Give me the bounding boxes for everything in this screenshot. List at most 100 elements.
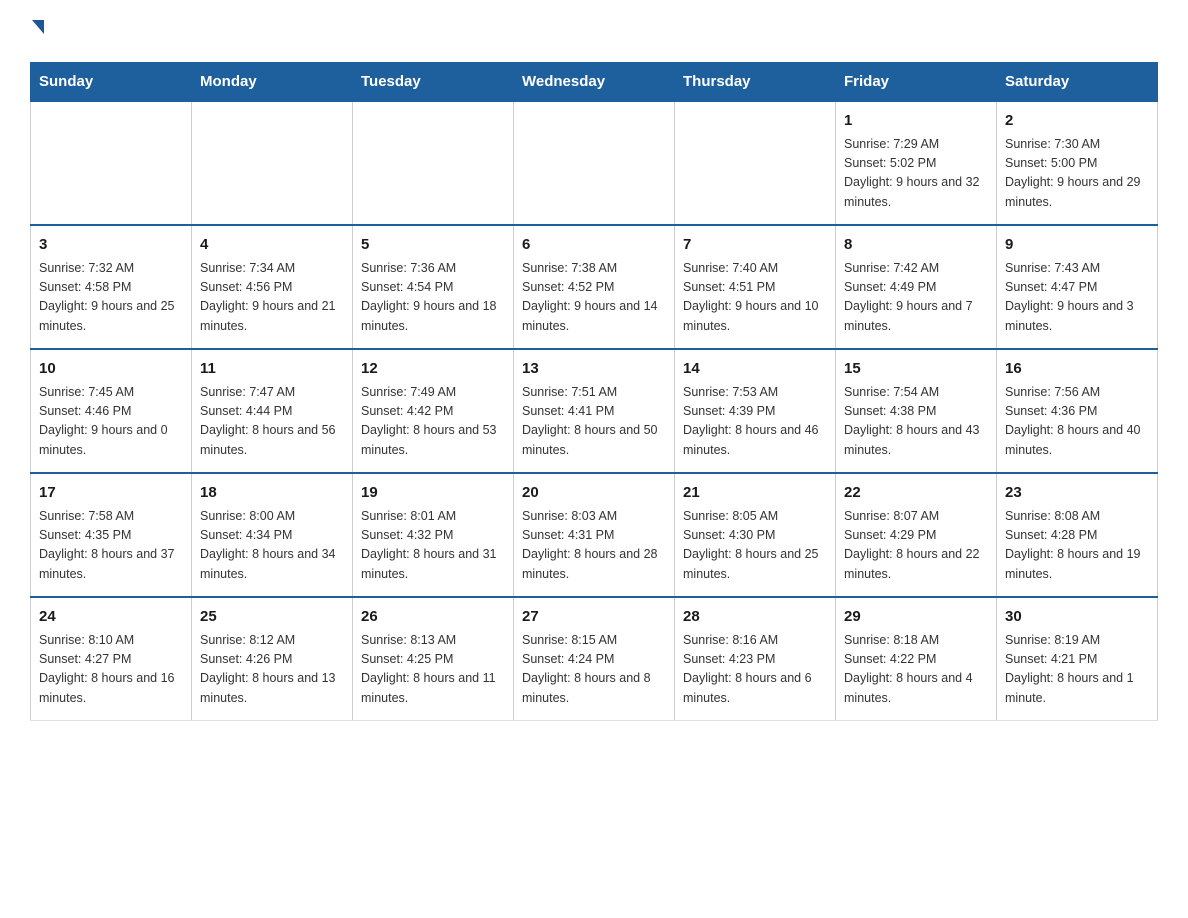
day-info: Sunrise: 8:01 AM Sunset: 4:32 PM Dayligh… xyxy=(361,507,505,585)
calendar-cell: 17Sunrise: 7:58 AM Sunset: 4:35 PM Dayli… xyxy=(31,473,192,597)
day-number: 28 xyxy=(683,606,827,629)
day-info: Sunrise: 7:42 AM Sunset: 4:49 PM Dayligh… xyxy=(844,259,988,337)
calendar-cell: 14Sunrise: 7:53 AM Sunset: 4:39 PM Dayli… xyxy=(675,349,836,473)
calendar-cell: 21Sunrise: 8:05 AM Sunset: 4:30 PM Dayli… xyxy=(675,473,836,597)
calendar-cell: 16Sunrise: 7:56 AM Sunset: 4:36 PM Dayli… xyxy=(997,349,1158,473)
day-number: 24 xyxy=(39,606,183,629)
day-info: Sunrise: 7:30 AM Sunset: 5:00 PM Dayligh… xyxy=(1005,135,1149,213)
calendar-cell: 10Sunrise: 7:45 AM Sunset: 4:46 PM Dayli… xyxy=(31,349,192,473)
day-info: Sunrise: 7:51 AM Sunset: 4:41 PM Dayligh… xyxy=(522,383,666,461)
calendar-cell xyxy=(31,101,192,225)
day-number: 19 xyxy=(361,482,505,505)
day-number: 21 xyxy=(683,482,827,505)
day-number: 14 xyxy=(683,358,827,381)
day-info: Sunrise: 7:53 AM Sunset: 4:39 PM Dayligh… xyxy=(683,383,827,461)
day-info: Sunrise: 8:15 AM Sunset: 4:24 PM Dayligh… xyxy=(522,631,666,709)
column-header-friday: Friday xyxy=(836,63,997,102)
day-info: Sunrise: 8:00 AM Sunset: 4:34 PM Dayligh… xyxy=(200,507,344,585)
column-header-sunday: Sunday xyxy=(31,63,192,102)
day-number: 7 xyxy=(683,234,827,257)
logo xyxy=(30,20,46,52)
day-info: Sunrise: 7:45 AM Sunset: 4:46 PM Dayligh… xyxy=(39,383,183,461)
day-info: Sunrise: 8:08 AM Sunset: 4:28 PM Dayligh… xyxy=(1005,507,1149,585)
calendar-cell xyxy=(353,101,514,225)
column-header-tuesday: Tuesday xyxy=(353,63,514,102)
day-number: 11 xyxy=(200,358,344,381)
day-info: Sunrise: 7:49 AM Sunset: 4:42 PM Dayligh… xyxy=(361,383,505,461)
day-info: Sunrise: 8:18 AM Sunset: 4:22 PM Dayligh… xyxy=(844,631,988,709)
calendar-cell: 6Sunrise: 7:38 AM Sunset: 4:52 PM Daylig… xyxy=(514,225,675,349)
calendar-cell: 4Sunrise: 7:34 AM Sunset: 4:56 PM Daylig… xyxy=(192,225,353,349)
day-info: Sunrise: 7:34 AM Sunset: 4:56 PM Dayligh… xyxy=(200,259,344,337)
calendar-cell: 7Sunrise: 7:40 AM Sunset: 4:51 PM Daylig… xyxy=(675,225,836,349)
calendar-cell: 24Sunrise: 8:10 AM Sunset: 4:27 PM Dayli… xyxy=(31,597,192,721)
calendar-cell: 20Sunrise: 8:03 AM Sunset: 4:31 PM Dayli… xyxy=(514,473,675,597)
calendar-cell: 15Sunrise: 7:54 AM Sunset: 4:38 PM Dayli… xyxy=(836,349,997,473)
calendar-cell: 5Sunrise: 7:36 AM Sunset: 4:54 PM Daylig… xyxy=(353,225,514,349)
day-number: 10 xyxy=(39,358,183,381)
calendar-cell: 22Sunrise: 8:07 AM Sunset: 4:29 PM Dayli… xyxy=(836,473,997,597)
day-info: Sunrise: 8:03 AM Sunset: 4:31 PM Dayligh… xyxy=(522,507,666,585)
day-number: 1 xyxy=(844,110,988,133)
column-header-thursday: Thursday xyxy=(675,63,836,102)
calendar-cell: 30Sunrise: 8:19 AM Sunset: 4:21 PM Dayli… xyxy=(997,597,1158,721)
day-number: 15 xyxy=(844,358,988,381)
calendar-cell: 19Sunrise: 8:01 AM Sunset: 4:32 PM Dayli… xyxy=(353,473,514,597)
calendar-cell: 8Sunrise: 7:42 AM Sunset: 4:49 PM Daylig… xyxy=(836,225,997,349)
day-number: 5 xyxy=(361,234,505,257)
day-number: 27 xyxy=(522,606,666,629)
day-info: Sunrise: 7:32 AM Sunset: 4:58 PM Dayligh… xyxy=(39,259,183,337)
day-info: Sunrise: 7:36 AM Sunset: 4:54 PM Dayligh… xyxy=(361,259,505,337)
calendar-table: SundayMondayTuesdayWednesdayThursdayFrid… xyxy=(30,62,1158,721)
calendar-cell: 27Sunrise: 8:15 AM Sunset: 4:24 PM Dayli… xyxy=(514,597,675,721)
calendar-cell: 25Sunrise: 8:12 AM Sunset: 4:26 PM Dayli… xyxy=(192,597,353,721)
day-number: 4 xyxy=(200,234,344,257)
calendar-cell xyxy=(192,101,353,225)
calendar-cell: 1Sunrise: 7:29 AM Sunset: 5:02 PM Daylig… xyxy=(836,101,997,225)
day-info: Sunrise: 8:13 AM Sunset: 4:25 PM Dayligh… xyxy=(361,631,505,709)
logo-arrow-icon xyxy=(32,20,44,34)
calendar-cell: 29Sunrise: 8:18 AM Sunset: 4:22 PM Dayli… xyxy=(836,597,997,721)
day-info: Sunrise: 8:07 AM Sunset: 4:29 PM Dayligh… xyxy=(844,507,988,585)
calendar-cell: 13Sunrise: 7:51 AM Sunset: 4:41 PM Dayli… xyxy=(514,349,675,473)
day-number: 30 xyxy=(1005,606,1149,629)
day-number: 20 xyxy=(522,482,666,505)
day-number: 9 xyxy=(1005,234,1149,257)
day-number: 12 xyxy=(361,358,505,381)
day-info: Sunrise: 7:58 AM Sunset: 4:35 PM Dayligh… xyxy=(39,507,183,585)
day-number: 22 xyxy=(844,482,988,505)
day-number: 16 xyxy=(1005,358,1149,381)
day-number: 2 xyxy=(1005,110,1149,133)
calendar-cell: 12Sunrise: 7:49 AM Sunset: 4:42 PM Dayli… xyxy=(353,349,514,473)
day-number: 6 xyxy=(522,234,666,257)
day-info: Sunrise: 7:47 AM Sunset: 4:44 PM Dayligh… xyxy=(200,383,344,461)
day-number: 3 xyxy=(39,234,183,257)
calendar-row: 1Sunrise: 7:29 AM Sunset: 5:02 PM Daylig… xyxy=(31,101,1158,225)
calendar-cell: 18Sunrise: 8:00 AM Sunset: 4:34 PM Dayli… xyxy=(192,473,353,597)
day-number: 13 xyxy=(522,358,666,381)
column-header-saturday: Saturday xyxy=(997,63,1158,102)
day-info: Sunrise: 7:54 AM Sunset: 4:38 PM Dayligh… xyxy=(844,383,988,461)
column-header-wednesday: Wednesday xyxy=(514,63,675,102)
day-info: Sunrise: 7:43 AM Sunset: 4:47 PM Dayligh… xyxy=(1005,259,1149,337)
day-info: Sunrise: 8:19 AM Sunset: 4:21 PM Dayligh… xyxy=(1005,631,1149,709)
page-header xyxy=(30,20,1158,52)
calendar-row: 17Sunrise: 7:58 AM Sunset: 4:35 PM Dayli… xyxy=(31,473,1158,597)
day-number: 26 xyxy=(361,606,505,629)
day-info: Sunrise: 7:38 AM Sunset: 4:52 PM Dayligh… xyxy=(522,259,666,337)
day-number: 8 xyxy=(844,234,988,257)
calendar-row: 24Sunrise: 8:10 AM Sunset: 4:27 PM Dayli… xyxy=(31,597,1158,721)
day-info: Sunrise: 7:56 AM Sunset: 4:36 PM Dayligh… xyxy=(1005,383,1149,461)
calendar-row: 10Sunrise: 7:45 AM Sunset: 4:46 PM Dayli… xyxy=(31,349,1158,473)
day-number: 18 xyxy=(200,482,344,505)
calendar-cell xyxy=(514,101,675,225)
calendar-cell: 11Sunrise: 7:47 AM Sunset: 4:44 PM Dayli… xyxy=(192,349,353,473)
calendar-header-row: SundayMondayTuesdayWednesdayThursdayFrid… xyxy=(31,63,1158,102)
calendar-cell: 2Sunrise: 7:30 AM Sunset: 5:00 PM Daylig… xyxy=(997,101,1158,225)
calendar-cell: 26Sunrise: 8:13 AM Sunset: 4:25 PM Dayli… xyxy=(353,597,514,721)
day-number: 29 xyxy=(844,606,988,629)
day-info: Sunrise: 8:12 AM Sunset: 4:26 PM Dayligh… xyxy=(200,631,344,709)
calendar-cell: 3Sunrise: 7:32 AM Sunset: 4:58 PM Daylig… xyxy=(31,225,192,349)
day-number: 25 xyxy=(200,606,344,629)
day-info: Sunrise: 8:05 AM Sunset: 4:30 PM Dayligh… xyxy=(683,507,827,585)
